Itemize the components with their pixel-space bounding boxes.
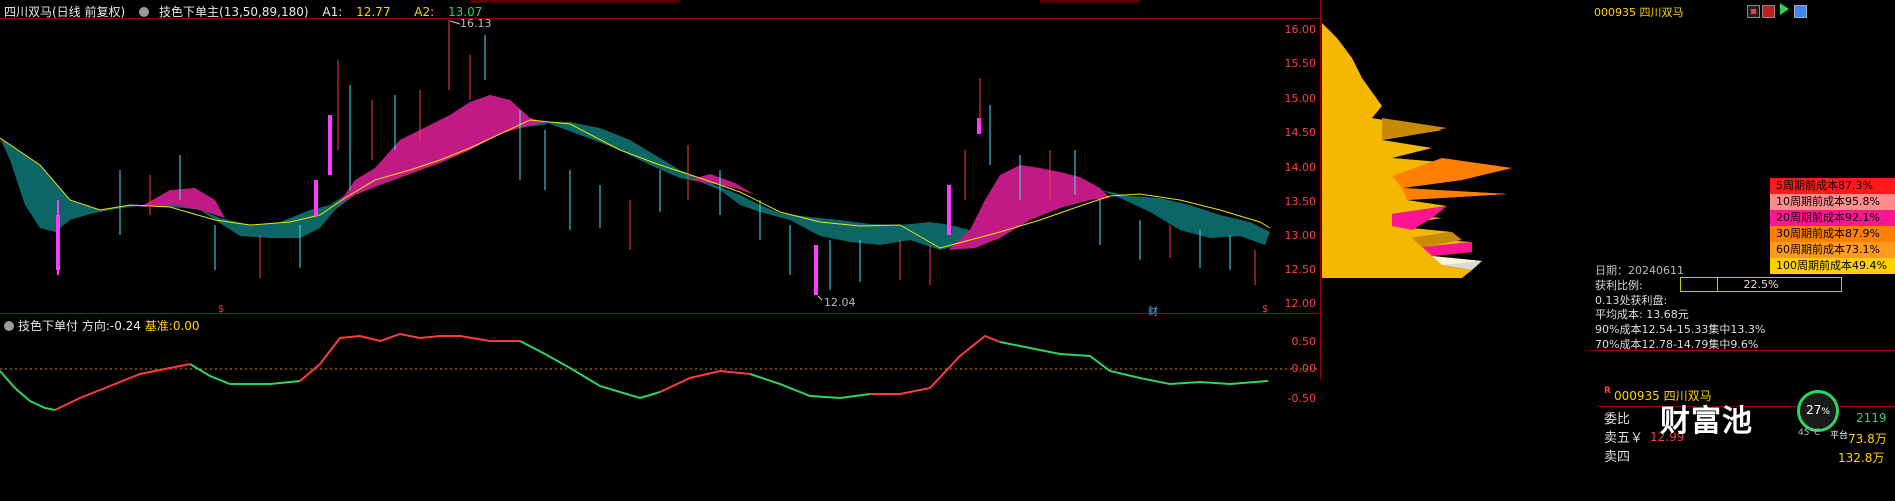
indicator-name[interactable]: 技色下单主(13,50,89,180) xyxy=(159,5,309,19)
direction-line-green xyxy=(0,370,56,411)
direction-line-green xyxy=(999,341,1269,386)
quote-badge: R xyxy=(1604,386,1611,396)
a2-label: A2: xyxy=(414,5,435,19)
quote-row-label: 委比 xyxy=(1604,412,1631,427)
system-badge[interactable]: 27% xyxy=(1797,390,1839,432)
cost-row-label: 20周期前成本92.1% xyxy=(1776,211,1880,224)
candle xyxy=(947,185,951,235)
axis-tick: 12.50 xyxy=(1284,263,1317,276)
direction-line-red xyxy=(659,369,751,393)
cost-row-20[interactable]: 20周期前成本92.1% xyxy=(1770,210,1895,226)
quote-row-label: 卖四 xyxy=(1604,450,1631,465)
axis-tick: 13.00 xyxy=(1284,229,1317,242)
chip-histogram xyxy=(1322,18,1512,278)
candle xyxy=(314,180,318,216)
chip-profile-band xyxy=(1382,118,1447,140)
cost-90: 90%成本12.54-15.33集中13.3% xyxy=(1595,323,1766,336)
a1-value: 12.77 xyxy=(356,5,391,19)
chip-code-title: 000935 四川双马 xyxy=(1594,6,1684,19)
candle xyxy=(814,245,818,295)
save-icon[interactable] xyxy=(1794,5,1807,18)
axis-tick: 16.00 xyxy=(1284,23,1317,36)
cost-row-label: 10周期前成本95.8% xyxy=(1776,195,1880,208)
direction-line-red xyxy=(299,332,520,382)
sub-indicator-chart[interactable]: 技色下单付 方向:-0.24 基准:0.00 0.50 0.00 -0.50 xyxy=(0,316,1320,501)
cost-row-label: 30周期前成本87.9% xyxy=(1776,227,1880,240)
a1-label: A1: xyxy=(322,5,343,19)
quote-row-right: 132.8万 xyxy=(1838,451,1885,465)
badge-unit: % xyxy=(1821,407,1830,417)
quote-row-right: 2119 xyxy=(1856,411,1887,425)
badge-sub2: 平台 xyxy=(1830,431,1849,441)
bottom-marker-dollar[interactable]: $ xyxy=(218,304,224,315)
axis-tick: 14.50 xyxy=(1284,126,1317,139)
direction-line-green xyxy=(189,363,301,385)
low-price-marker: 12.04 xyxy=(824,296,856,309)
cost-row-label: 5周期前成本87.3% xyxy=(1776,179,1873,192)
low-marker-pointer xyxy=(817,295,823,301)
chip-play-icon[interactable] xyxy=(1762,5,1775,18)
chip-mode-icon[interactable] xyxy=(1747,5,1760,18)
cost-row-10[interactable]: 10周期前成本95.8% xyxy=(1770,194,1895,210)
sub-axis-tick: 0.50 xyxy=(1291,335,1317,348)
quote-row-label: 卖五￥ xyxy=(1604,431,1644,446)
cost-row-60[interactable]: 60周期前成本73.1% xyxy=(1770,242,1895,258)
settings-gear-icon[interactable] xyxy=(139,7,150,17)
axis-tick: 15.50 xyxy=(1284,57,1317,70)
cost-row-5[interactable]: 5周期前成本87.3% xyxy=(1770,178,1895,194)
magenta-band-2 xyxy=(338,95,545,205)
direction-line-green xyxy=(749,373,871,400)
profit-ratio-value: 22.5% xyxy=(1743,278,1779,291)
quote-row-ask5: 卖五￥ xyxy=(1604,427,1643,446)
direction-line-red xyxy=(54,363,191,411)
profit-label: 获利比例: xyxy=(1595,279,1643,292)
sub-axis-tick: -0.50 xyxy=(1287,392,1316,405)
badge-sub: 45°C xyxy=(1798,428,1821,438)
cost-row-100[interactable]: 100周期前成本49.4% xyxy=(1770,258,1895,274)
axis-tick: 14.00 xyxy=(1284,161,1317,174)
avg-cost: 平均成本: 13.68元 xyxy=(1595,308,1689,321)
panel-divider xyxy=(1590,350,1895,351)
candle xyxy=(328,115,332,175)
quote-row-right: 73.8万 xyxy=(1848,432,1887,446)
axis-tick: 12.00 xyxy=(1284,297,1317,310)
sub-axis-tick: 0.00 xyxy=(1291,362,1317,375)
axis-tick: 15.00 xyxy=(1284,92,1317,105)
high-marker-pointer xyxy=(449,20,461,25)
cost-row-label: 100周期前成本49.4% xyxy=(1776,259,1887,272)
profit-ratio-bar: 22.5% xyxy=(1680,277,1842,292)
main-chart-header: 四川双马(日线 前复权) 技色下单主(13,50,89,180) A1: 12.… xyxy=(4,3,502,19)
badge-percent: 27 xyxy=(1806,403,1822,417)
direction-line-red xyxy=(870,334,1001,395)
top-strip xyxy=(1040,0,1140,3)
watermark-text: 财富池 xyxy=(1660,404,1753,439)
candle xyxy=(56,215,60,270)
sub-chart-canvas xyxy=(0,332,1320,411)
magenta-band-1 xyxy=(140,188,225,218)
flag-icon[interactable] xyxy=(1780,3,1789,15)
price-axis: 16.00 15.50 15.00 14.50 14.00 13.50 13.0… xyxy=(1276,0,1317,313)
quote-row-ask4: 卖四 xyxy=(1604,446,1630,465)
cost-row-label: 60周期前成本73.1% xyxy=(1776,243,1880,256)
axis-tick: 13.50 xyxy=(1284,195,1317,208)
stock-title[interactable]: 四川双马(日线 前复权) xyxy=(4,5,125,19)
magenta-band-4 xyxy=(948,165,1110,250)
teal-band-mid xyxy=(545,122,970,250)
bottom-marker-dollar[interactable]: $ xyxy=(1262,304,1268,315)
chip-date-line: 日期：20240611 xyxy=(1595,264,1684,277)
high-price-marker: 16.13 xyxy=(460,17,492,30)
quote-row-committee-ratio: 委比 xyxy=(1604,408,1630,427)
cost-row-30[interactable]: 30周期前成本87.9% xyxy=(1770,226,1895,242)
